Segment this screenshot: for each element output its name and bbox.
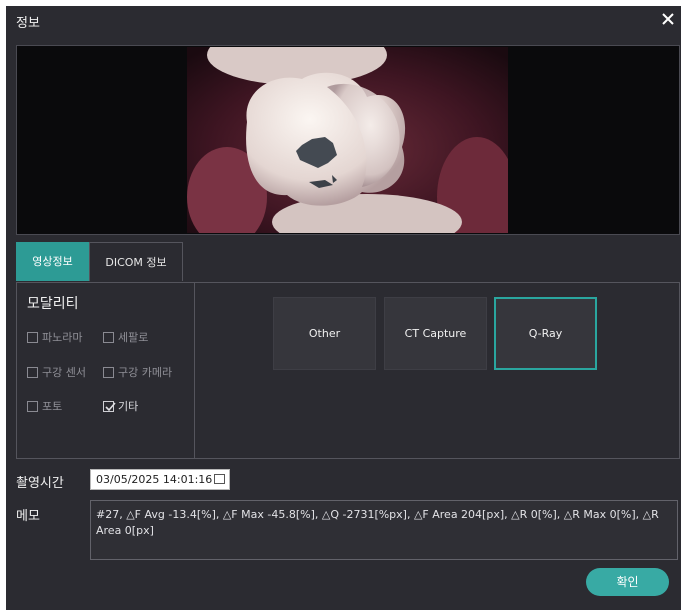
ok-button[interactable]: 확인	[586, 568, 669, 596]
checkbox-other[interactable]: 기타	[103, 398, 138, 414]
title-bar: 정보	[6, 6, 681, 36]
checkbox-box[interactable]	[27, 400, 38, 412]
calendar-icon[interactable]	[214, 474, 225, 484]
checkbox-box[interactable]	[27, 331, 38, 343]
checkbox-intraoral-camera[interactable]: 구강 카메라	[103, 364, 172, 380]
checkbox-box[interactable]	[103, 331, 114, 343]
dialog-title: 정보	[16, 16, 40, 31]
checkmark-icon	[105, 401, 116, 411]
checkbox-panorama[interactable]: 파노라마	[27, 329, 82, 345]
capture-time-field[interactable]: 03/05/2025 14:01:16	[90, 469, 230, 490]
option-ct-capture-button[interactable]: CT Capture	[384, 297, 487, 370]
memo-label: 메모	[16, 509, 40, 524]
checkbox-box[interactable]	[103, 366, 114, 378]
modality-title: 모달리티	[27, 296, 79, 312]
memo-field[interactable]: #27, △F Avg -13.4[%], △F Max -45.8[%], △…	[90, 500, 678, 560]
capture-time-label: 촬영시간	[16, 476, 64, 491]
image-info-panel: 모달리티 파노라마 세팔로 구강 센서 구강 카메라 포토 기타 Other C…	[16, 282, 680, 459]
close-icon[interactable]	[661, 12, 675, 26]
checkbox-box[interactable]	[103, 400, 116, 412]
tab-dicom-info[interactable]: DICOM 정보	[89, 242, 183, 281]
tab-image-info[interactable]: 영상정보	[16, 242, 89, 281]
checkbox-label: 구강 카메라	[118, 366, 173, 379]
checkbox-intraoral-sensor[interactable]: 구강 센서	[27, 364, 86, 380]
checkbox-label: 세팔로	[118, 331, 149, 344]
checkbox-photo[interactable]: 포토	[27, 398, 62, 414]
option-other-button[interactable]: Other	[273, 297, 376, 370]
option-q-ray-button[interactable]: Q-Ray	[494, 297, 597, 370]
modality-group: 모달리티 파노라마 세팔로 구강 센서 구강 카메라 포토 기타	[17, 283, 195, 458]
checkbox-label: 파노라마	[42, 331, 83, 344]
checkbox-cephalo[interactable]: 세팔로	[103, 329, 148, 345]
checkbox-label: 구강 센서	[42, 366, 86, 379]
checkbox-box[interactable]	[27, 366, 38, 378]
checkbox-label: 기타	[118, 400, 139, 413]
checkbox-label: 포토	[42, 400, 63, 413]
info-dialog: 정보 영상정보 DICOM 정보 모달리티 파노라마 세팔로 구강 센서 구강 …	[6, 6, 681, 610]
image-preview	[16, 45, 680, 235]
intraoral-photo	[187, 47, 508, 233]
capture-time-value: 03/05/2025 14:01:16	[96, 473, 213, 486]
